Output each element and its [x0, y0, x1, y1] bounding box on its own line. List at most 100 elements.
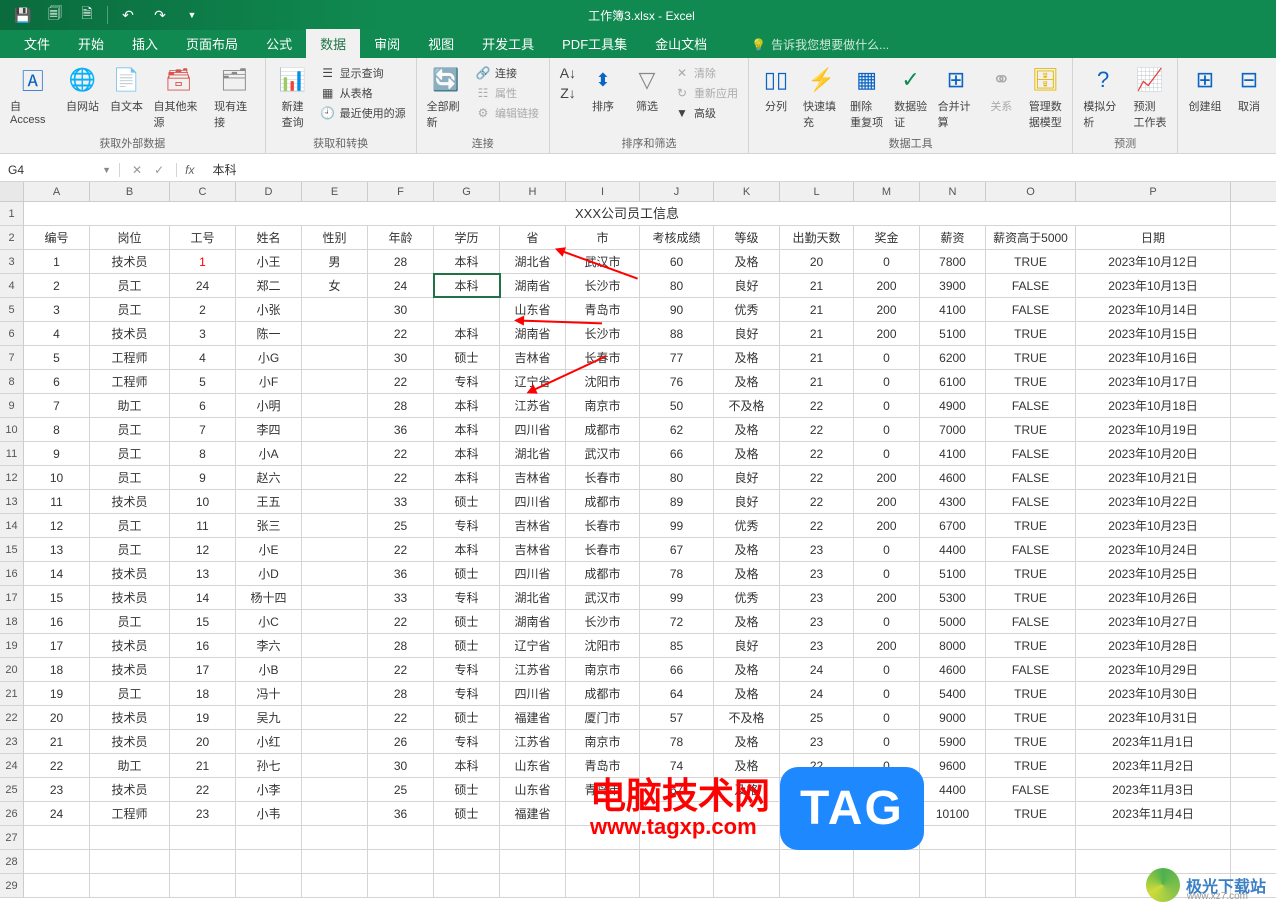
existing-conn-button[interactable]: 🗂现有连接 — [210, 62, 258, 132]
tab-home[interactable]: 开始 — [64, 29, 118, 58]
col-header-D[interactable]: D — [236, 182, 302, 201]
cell[interactable]: 良好 — [714, 634, 780, 657]
tab-data[interactable]: 数据 — [306, 29, 360, 58]
cell[interactable] — [302, 298, 368, 321]
cell[interactable]: 22 — [368, 658, 434, 681]
cell[interactable]: TRUE — [986, 514, 1076, 537]
cell[interactable]: 5100 — [920, 322, 986, 345]
cell[interactable]: 四川省 — [500, 682, 566, 705]
cell[interactable] — [302, 442, 368, 465]
cell[interactable]: 良好 — [714, 466, 780, 489]
cell[interactable]: 山东省 — [500, 298, 566, 321]
cell[interactable]: 4 — [170, 346, 236, 369]
cell[interactable]: 0 — [854, 562, 920, 585]
cell[interactable]: 员工 — [90, 466, 170, 489]
cell[interactable]: 2023年10月14日 — [1076, 298, 1231, 321]
cell[interactable]: FALSE — [986, 298, 1076, 321]
cell[interactable]: 及格 — [714, 610, 780, 633]
cell[interactable]: 小明 — [236, 394, 302, 417]
cell[interactable]: 20 — [170, 730, 236, 753]
cell[interactable]: 13 — [170, 562, 236, 585]
cell[interactable]: 2023年10月29日 — [1076, 658, 1231, 681]
cell[interactable] — [500, 850, 566, 873]
cell[interactable]: FALSE — [986, 490, 1076, 513]
cell[interactable]: 30 — [368, 346, 434, 369]
cell[interactable]: 200 — [854, 298, 920, 321]
cell[interactable]: 吉林省 — [500, 466, 566, 489]
cell[interactable]: 2023年10月26日 — [1076, 586, 1231, 609]
row-header[interactable]: 12 — [0, 466, 24, 489]
cell[interactable] — [566, 850, 640, 873]
relationships-button[interactable]: ⚭关系 — [980, 62, 1022, 116]
cell[interactable]: 山东省 — [500, 754, 566, 777]
forecast-button[interactable]: 📈预测 工作表 — [1129, 62, 1171, 132]
cell[interactable] — [302, 658, 368, 681]
cell[interactable] — [302, 850, 368, 873]
cell[interactable]: 2023年10月23日 — [1076, 514, 1231, 537]
cell[interactable]: 小G — [236, 346, 302, 369]
cell[interactable]: 8 — [170, 442, 236, 465]
cell[interactable] — [302, 874, 368, 897]
cell[interactable]: FALSE — [986, 466, 1076, 489]
cell[interactable]: FALSE — [986, 658, 1076, 681]
col-header-H[interactable]: H — [500, 182, 566, 201]
cell[interactable]: 76 — [640, 370, 714, 393]
cell[interactable]: 及格 — [714, 562, 780, 585]
cell[interactable]: 5100 — [920, 562, 986, 585]
cell[interactable]: 福建省 — [500, 802, 566, 825]
cell[interactable]: 王五 — [236, 490, 302, 513]
cell[interactable]: 本科 — [434, 394, 500, 417]
cell[interactable]: 岗位 — [90, 226, 170, 249]
cell[interactable]: 良好 — [714, 322, 780, 345]
cell[interactable] — [780, 874, 854, 897]
cell[interactable]: 2023年11月3日 — [1076, 778, 1231, 801]
cell[interactable]: 及格 — [714, 538, 780, 561]
col-header-G[interactable]: G — [434, 182, 500, 201]
cell[interactable]: 200 — [854, 514, 920, 537]
cell[interactable]: 0 — [854, 346, 920, 369]
cell[interactable]: 24 — [24, 802, 90, 825]
cell[interactable]: 28 — [368, 682, 434, 705]
cell[interactable]: 12 — [170, 538, 236, 561]
cell[interactable] — [500, 826, 566, 849]
cell[interactable]: 本科 — [434, 538, 500, 561]
cell[interactable]: 武汉市 — [566, 442, 640, 465]
row-header[interactable]: 11 — [0, 442, 24, 465]
cell[interactable]: 23 — [780, 634, 854, 657]
cell[interactable]: 福建省 — [500, 706, 566, 729]
cell[interactable]: 24 — [368, 274, 434, 297]
cell[interactable] — [302, 754, 368, 777]
cell[interactable]: 武汉市 — [566, 586, 640, 609]
cell[interactable]: 江苏省 — [500, 394, 566, 417]
cell[interactable]: 性别 — [302, 226, 368, 249]
cell[interactable]: 4900 — [920, 394, 986, 417]
undo-icon[interactable]: ↶ — [113, 1, 143, 29]
cell[interactable]: 成都市 — [566, 682, 640, 705]
cell[interactable] — [302, 682, 368, 705]
cell[interactable]: 员工 — [90, 610, 170, 633]
cell[interactable] — [302, 538, 368, 561]
cell[interactable]: 2023年10月28日 — [1076, 634, 1231, 657]
cell[interactable]: 小C — [236, 610, 302, 633]
cell[interactable] — [302, 826, 368, 849]
cell[interactable]: 200 — [854, 322, 920, 345]
row-header[interactable]: 14 — [0, 514, 24, 537]
cell[interactable]: 0 — [854, 442, 920, 465]
cell[interactable]: 技术员 — [90, 634, 170, 657]
sort-za-button[interactable]: Z↓ — [556, 84, 580, 102]
cell[interactable]: 24 — [780, 682, 854, 705]
cell[interactable]: 专科 — [434, 514, 500, 537]
cell[interactable]: 62 — [640, 418, 714, 441]
cell[interactable]: 85 — [640, 634, 714, 657]
cell[interactable]: 22 — [780, 490, 854, 513]
cell[interactable]: 22 — [368, 466, 434, 489]
cell[interactable]: 及格 — [714, 658, 780, 681]
cell[interactable]: 2023年10月25日 — [1076, 562, 1231, 585]
row-header[interactable]: 13 — [0, 490, 24, 513]
cell[interactable]: TRUE — [986, 418, 1076, 441]
cell[interactable]: 青岛市 — [566, 298, 640, 321]
cell[interactable]: 本科 — [434, 418, 500, 441]
cell[interactable]: 99 — [640, 514, 714, 537]
row-header[interactable]: 21 — [0, 682, 24, 705]
cell[interactable]: 沈阳市 — [566, 370, 640, 393]
